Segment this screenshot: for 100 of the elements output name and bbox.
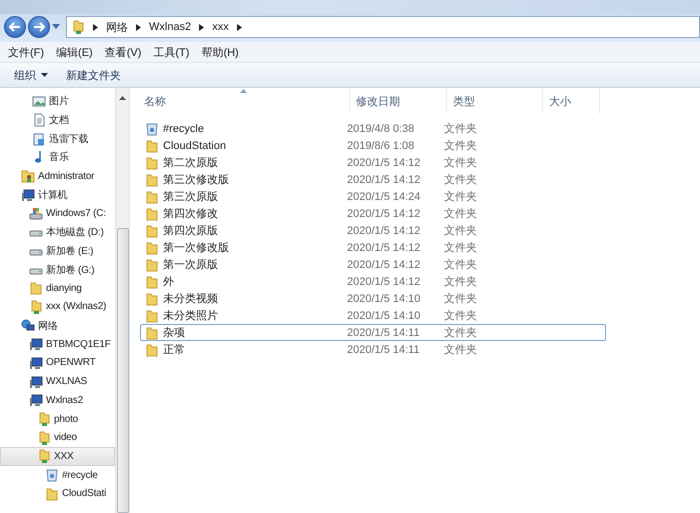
nav-tree-item[interactable]: 迅雷下载 xyxy=(0,129,115,148)
nav-tree-item[interactable]: 网络 xyxy=(0,316,115,335)
shared-folder-icon xyxy=(37,412,51,426)
recycle-bin-icon xyxy=(145,122,159,136)
file-row[interactable]: 第四次修改 2020/1/5 14:12 文件夹 xyxy=(140,205,606,222)
computer-icon xyxy=(29,337,43,352)
forward-button[interactable] xyxy=(28,16,50,38)
nav-tree-item[interactable]: Wxlnas2 xyxy=(0,391,115,410)
file-row[interactable]: #recycle 2019/4/8 0:38 文件夹 xyxy=(140,120,606,137)
menu-item[interactable]: 帮助(H) xyxy=(195,44,245,60)
type-cell-text: 文件夹 xyxy=(444,342,478,357)
nav-tree-item[interactable]: 本地磁盘 (D:) xyxy=(0,222,115,242)
type-cell-text: 文件夹 xyxy=(444,122,478,136)
file-row[interactable]: 正常 2020/1/5 14:11 文件夹 xyxy=(140,341,606,358)
file-row[interactable]: 杂项 2020/1/5 14:11 文件夹 xyxy=(140,324,606,341)
arrow-left-icon xyxy=(9,22,21,32)
nav-tree-item[interactable]: 音乐 xyxy=(0,148,115,167)
nav-tree-item[interactable]: XXX xyxy=(0,447,115,466)
dropdown-arrow-icon[interactable] xyxy=(52,24,60,30)
nav-tree-item[interactable]: #recycle xyxy=(0,466,115,484)
folder-icon xyxy=(145,308,159,322)
breadcrumb[interactable]: Wxlnas2 xyxy=(149,21,192,33)
file-row[interactable]: 第三次修改版 2020/1/5 14:12 文件夹 xyxy=(140,171,606,188)
file-row[interactable]: 第一次修改版 2020/1/5 14:12 文件夹 xyxy=(140,239,606,256)
computer-icon xyxy=(29,393,43,408)
document-icon xyxy=(32,113,46,128)
system-drive-icon xyxy=(29,206,43,220)
file-name: 未分类视频 xyxy=(163,292,218,306)
date-cell-text: 2020/1/5 14:12 xyxy=(347,156,422,168)
date-cell-text: 2019/8/6 1:08 xyxy=(347,140,416,152)
shared-folder-icon xyxy=(71,20,85,34)
new-folder-button[interactable]: 新建文件夹 xyxy=(60,66,127,84)
folder-icon xyxy=(145,326,159,340)
menu-item[interactable]: 工具(T) xyxy=(147,44,196,60)
nav-tree-item[interactable]: 文档 xyxy=(0,110,115,130)
nav-tree-item[interactable]: CloudStati xyxy=(0,484,115,504)
date-cell-text: 2020/1/5 14:12 xyxy=(347,276,422,288)
organize-button[interactable]: 组织 xyxy=(8,66,54,84)
date-cell-text: 2020/1/5 14:24 xyxy=(347,190,422,202)
back-button[interactable] xyxy=(4,16,26,38)
folder-icon xyxy=(145,172,159,186)
sort-arrow-icon xyxy=(240,89,247,93)
breadcrumb[interactable]: 网络 xyxy=(106,20,128,34)
breadcrumb[interactable]: xxx xyxy=(212,21,229,33)
scroll-up-icon[interactable] xyxy=(119,96,126,100)
column-header[interactable]: 修改日期 xyxy=(350,88,447,114)
nav-tree-item[interactable]: OPENWRT xyxy=(0,354,115,372)
chevron-icon xyxy=(136,24,141,30)
nav-tree-item[interactable]: 图片 xyxy=(0,92,115,111)
nav-tree-item[interactable]: dianying xyxy=(0,278,115,298)
date-cell-text: 2020/1/5 14:12 xyxy=(347,174,422,186)
nav-tree-item[interactable]: video xyxy=(0,428,115,448)
scrollbar-thumb[interactable] xyxy=(116,228,128,513)
file-row[interactable]: 第一次原版 2020/1/5 14:12 文件夹 xyxy=(140,256,606,273)
file-row[interactable]: CloudStation 2019/8/6 1:08 文件夹 xyxy=(140,137,606,154)
file-row[interactable]: 外 2020/1/5 14:12 文件夹 xyxy=(140,273,606,290)
nav-tree-item[interactable]: photo xyxy=(0,410,115,428)
file-row[interactable]: 未分类照片 2020/1/5 14:10 文件夹 xyxy=(140,307,606,324)
file-name: 正常 xyxy=(163,343,185,357)
folder-icon xyxy=(145,258,159,272)
file-row[interactable]: 第四次原版 2020/1/5 14:12 文件夹 xyxy=(140,222,606,239)
file-row[interactable]: 第二次原版 2020/1/5 14:12 文件夹 xyxy=(140,154,606,171)
nav-tree-item[interactable]: xxx (Wxlnas2) xyxy=(0,298,115,316)
caret-icon xyxy=(41,73,48,77)
nav-tree-item[interactable]: Administrator xyxy=(0,166,115,186)
chevron-icon xyxy=(93,24,98,30)
nav-tree-item[interactable]: BTBMCQ1E1F xyxy=(0,334,115,354)
menu-item[interactable]: 查看(V) xyxy=(98,44,148,60)
nav-tree-item[interactable]: 新加卷 (E:) xyxy=(0,242,115,260)
folder-icon xyxy=(145,292,159,306)
scrollbar[interactable] xyxy=(115,88,129,513)
file-row[interactable]: 未分类视频 2020/1/5 14:10 文件夹 xyxy=(140,290,606,307)
user-folder-icon xyxy=(21,169,35,184)
type-cell-text: 文件夹 xyxy=(444,190,478,204)
type-cell-text: 文件夹 xyxy=(444,308,478,323)
nav-tree-item[interactable]: 新加卷 (G:) xyxy=(0,260,115,279)
file-name: 未分类照片 xyxy=(163,309,218,323)
network-icon xyxy=(21,318,35,333)
file-name: 第一次修改版 xyxy=(163,241,229,255)
nav-tree-item[interactable]: WXLNAS xyxy=(0,372,115,391)
nav-tree-item[interactable]: 计算机 xyxy=(0,185,115,204)
file-name: 第三次修改版 xyxy=(163,173,229,187)
column-header[interactable]: 大小 xyxy=(543,88,600,114)
file-row[interactable]: 第三次原版 2020/1/5 14:24 文件夹 xyxy=(140,188,606,205)
folder-icon xyxy=(145,342,159,356)
folder-icon xyxy=(29,281,43,296)
folder-icon xyxy=(145,240,159,254)
nav-tree-item[interactable]: Windows7 (C: xyxy=(0,204,115,223)
chevron-icon xyxy=(236,24,242,30)
column-header[interactable]: 类型 xyxy=(447,88,543,114)
folder-icon xyxy=(145,224,159,238)
address-bar[interactable]: 网络 Wxlnas2 xxx xyxy=(66,16,700,38)
file-name: 第四次原版 xyxy=(163,224,218,238)
menu-item[interactable]: 文件(F) xyxy=(2,44,50,60)
file-name: #recycle xyxy=(163,122,204,134)
shared-folder-icon xyxy=(37,430,51,445)
date-cell-text: 2020/1/5 14:10 xyxy=(347,292,422,304)
menu-item[interactable]: 编辑(E) xyxy=(50,44,99,60)
file-name: 第一次原版 xyxy=(163,258,218,272)
computer-icon xyxy=(29,374,43,389)
